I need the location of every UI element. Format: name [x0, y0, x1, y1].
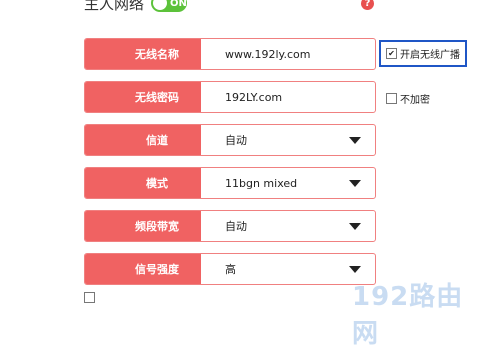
bandwidth-row: 频段带宽 自动: [84, 210, 376, 242]
broadcast-option[interactable]: ✔ 开启无线广播: [379, 40, 467, 67]
password-label: 无线密码: [85, 82, 201, 112]
broadcast-checkbox[interactable]: ✔: [386, 48, 397, 59]
bandwidth-label: 频段带宽: [85, 211, 201, 241]
toggle-knob: [153, 0, 167, 10]
mode-value: 11bgn mixed: [225, 176, 298, 190]
section-header: 主人网络: [84, 0, 144, 14]
channel-label: 信道: [85, 125, 201, 155]
password-row: 无线密码 192LY.com: [84, 81, 376, 113]
chevron-down-icon: [349, 137, 361, 144]
partial-checkbox[interactable]: [84, 292, 95, 303]
password-input[interactable]: 192LY.com: [201, 82, 375, 112]
ssid-row: 无线名称 www.192ly.com: [84, 38, 376, 70]
ssid-value: www.192ly.com: [225, 47, 311, 61]
partial-option[interactable]: [84, 292, 99, 303]
mode-label: 模式: [85, 168, 201, 198]
section-title: 主人网络: [84, 0, 145, 13]
no-encrypt-label: 不加密: [400, 95, 430, 106]
network-toggle-switch[interactable]: ON: [151, 0, 187, 12]
channel-row: 信道 自动: [84, 124, 376, 156]
ssid-label: 无线名称: [85, 39, 201, 69]
chevron-down-icon: [349, 180, 361, 187]
ssid-input[interactable]: www.192ly.com: [201, 39, 375, 69]
toggle-on-label: ON: [170, 0, 187, 9]
password-value: 192LY.com: [225, 90, 283, 104]
bandwidth-select[interactable]: 自动: [201, 211, 375, 241]
signal-select[interactable]: 高: [201, 254, 375, 284]
channel-select[interactable]: 自动: [201, 125, 375, 155]
channel-value: 自动: [225, 134, 247, 147]
watermark: 192路由网: [352, 282, 464, 349]
mode-row: 模式 11bgn mixed: [84, 167, 376, 199]
signal-row: 信号强度 高: [84, 253, 376, 285]
broadcast-label: 开启无线广播: [400, 50, 460, 61]
signal-value: 高: [225, 263, 236, 276]
bandwidth-value: 自动: [225, 220, 247, 233]
no-encrypt-checkbox[interactable]: [386, 93, 397, 104]
chevron-down-icon: [349, 223, 361, 230]
no-encrypt-option[interactable]: 不加密: [386, 91, 430, 106]
signal-label: 信号强度: [85, 254, 201, 284]
help-icon[interactable]: ?: [361, 0, 374, 10]
mode-select[interactable]: 11bgn mixed: [201, 168, 375, 198]
chevron-down-icon: [349, 266, 361, 273]
